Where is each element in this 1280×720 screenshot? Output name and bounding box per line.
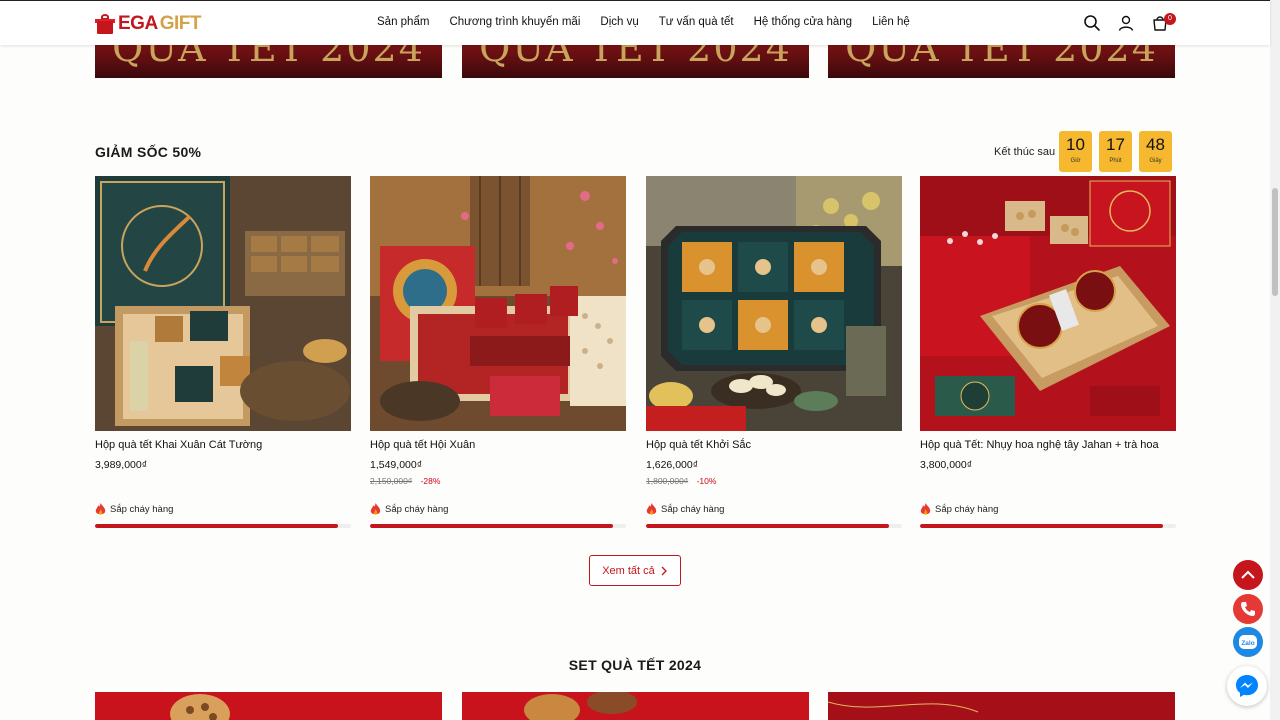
nav-item-dich-vu[interactable]: Dịch vụ xyxy=(600,16,638,28)
set-product-image[interactable] xyxy=(95,692,442,720)
cart-count-badge: 0 xyxy=(1164,13,1176,25)
page: QUÀ TẾT 2024 QUÀ TẾT 2024 QUÀ TẾT 2024 E… xyxy=(0,0,1280,720)
product-old-price-row: 2,150,000₫ -28% xyxy=(370,476,626,487)
banner-qua-tet-1[interactable]: QUÀ TẾT 2024 xyxy=(95,40,442,78)
product-discount: -10% xyxy=(696,476,717,486)
product-old-price-row xyxy=(95,476,351,487)
sold-progress-bar xyxy=(370,524,626,528)
sold-progress-fill xyxy=(920,524,1164,528)
main-nav: Sản phẩm Chương trình khuyến mãi Dịch vụ… xyxy=(377,16,930,28)
countdown-hours: 10 Giờ xyxy=(1059,131,1092,172)
product-card[interactable]: Hộp quà Tết: Nhụy hoa nghệ tây Jahan + t… xyxy=(920,176,1176,528)
fire-icon xyxy=(370,503,381,515)
sold-progress-fill xyxy=(95,524,339,528)
product-price: 3,800,000₫ xyxy=(920,459,973,471)
nav-item-cua-hang[interactable]: Hệ thống cửa hàng xyxy=(754,16,853,28)
stock-status: Sắp cháy hàng xyxy=(95,503,351,516)
nav-item-tu-van[interactable]: Tư vấn quà tết xyxy=(659,16,734,28)
countdown-minutes: 17 Phút xyxy=(1099,131,1132,172)
product-price: 1,549,000₫ xyxy=(370,459,423,471)
stock-status: Sắp cháy hàng xyxy=(920,503,1176,516)
search-icon[interactable] xyxy=(1083,14,1101,32)
product-card[interactable]: Hộp quà tết Khởi Sắc 1,626,000₫ 1,800,00… xyxy=(646,176,902,528)
product-card[interactable]: Hộp quà tết Hội Xuân 1,549,000₫ 2,150,00… xyxy=(370,176,626,528)
fire-icon xyxy=(95,503,106,515)
site-header: EGA GIFT Sản phẩm Chương trình khuyến mã… xyxy=(0,0,1270,45)
messenger-button[interactable] xyxy=(1227,666,1267,706)
stock-label: Sắp cháy hàng xyxy=(661,504,725,515)
see-all-label: Xem tất cả xyxy=(602,564,655,577)
sold-progress-bar xyxy=(95,524,351,528)
countdown-unit: Giờ xyxy=(1070,158,1081,164)
product-old-price-row: 1,800,000₫ -10% xyxy=(646,476,902,487)
logo-text-gift: GIFT xyxy=(159,13,202,34)
logo-text-ega: EGA xyxy=(118,13,158,34)
chevron-right-icon xyxy=(661,566,667,575)
product-image[interactable] xyxy=(920,176,1176,431)
product-image[interactable] xyxy=(95,176,351,431)
product-price: 1,626,000₫ xyxy=(646,459,699,471)
stock-label: Sắp cháy hàng xyxy=(385,504,449,515)
phone-icon xyxy=(1241,602,1255,616)
account-icon[interactable] xyxy=(1117,14,1135,32)
phone-call-button[interactable] xyxy=(1233,594,1263,624)
countdown-value: 17 xyxy=(1106,135,1125,154)
set-section-title: SET QUÀ TẾT 2024 xyxy=(568,657,702,673)
chevron-up-icon xyxy=(1241,570,1255,579)
countdown-unit: Phút xyxy=(1109,158,1122,164)
sold-progress-bar xyxy=(646,524,902,528)
scrollbar-thumb[interactable] xyxy=(1272,188,1278,296)
set-product-image[interactable] xyxy=(462,692,809,720)
banner-qua-tet-3[interactable]: QUÀ TẾT 2024 xyxy=(828,40,1175,78)
product-name[interactable]: Hộp quà tết Khởi Sắc xyxy=(646,439,902,451)
product-name[interactable]: Hộp quà tết Hội Xuân xyxy=(370,439,626,451)
nav-item-san-pham[interactable]: Sản phẩm xyxy=(377,16,429,28)
product-name[interactable]: Hộp quà Tết: Nhụy hoa nghệ tây Jahan + t… xyxy=(920,439,1176,451)
see-all-button[interactable]: Xem tất cả xyxy=(589,555,681,586)
product-card[interactable]: Hộp quà tết Khai Xuân Cát Tường 3,989,00… xyxy=(95,176,351,528)
countdown-unit: Giây xyxy=(1149,158,1162,164)
product-old-price: 2,150,000₫ xyxy=(370,476,413,486)
svg-text:Zalo: Zalo xyxy=(1241,640,1254,647)
stock-status: Sắp cháy hàng xyxy=(370,503,626,516)
countdown-value: 10 xyxy=(1066,135,1085,154)
set-product-image[interactable] xyxy=(828,692,1175,720)
product-discount: -28% xyxy=(420,476,441,486)
sold-progress-bar xyxy=(920,524,1176,528)
banner-qua-tet-2[interactable]: QUÀ TẾT 2024 xyxy=(462,40,809,78)
sold-progress-fill xyxy=(646,524,890,528)
stock-status: Sắp cháy hàng xyxy=(646,503,902,516)
messenger-icon xyxy=(1236,675,1258,697)
back-to-top-button[interactable] xyxy=(1233,560,1263,590)
zalo-chat-button[interactable]: Zalo xyxy=(1233,627,1263,657)
product-image[interactable] xyxy=(646,176,902,431)
logo[interactable]: EGA GIFT xyxy=(95,11,201,37)
fire-icon xyxy=(646,503,657,515)
product-old-price-row xyxy=(920,476,1176,487)
product-name[interactable]: Hộp quà tết Khai Xuân Cát Tường xyxy=(95,439,351,451)
zalo-icon: Zalo xyxy=(1239,635,1257,649)
gift-logo-icon xyxy=(95,14,115,34)
fire-icon xyxy=(920,503,931,515)
stock-label: Sắp cháy hàng xyxy=(110,504,174,515)
page-scrollbar[interactable] xyxy=(1270,0,1280,720)
flash-sale-title: GIẢM SỐC 50% xyxy=(95,144,202,160)
countdown-seconds: 48 Giây xyxy=(1139,131,1172,172)
sold-progress-fill xyxy=(370,524,614,528)
product-price: 3,989,000₫ xyxy=(95,459,148,471)
countdown-value: 48 xyxy=(1146,135,1165,154)
nav-item-khuyen-mai[interactable]: Chương trình khuyến mãi xyxy=(449,16,580,28)
product-image[interactable] xyxy=(370,176,626,431)
product-old-price: 1,800,000₫ xyxy=(646,476,689,486)
stock-label: Sắp cháy hàng xyxy=(935,504,999,515)
cart-count: 0 xyxy=(1168,15,1172,22)
countdown-label: Kết thúc sau xyxy=(994,146,1056,158)
nav-item-lien-he[interactable]: Liên hệ xyxy=(872,16,910,28)
